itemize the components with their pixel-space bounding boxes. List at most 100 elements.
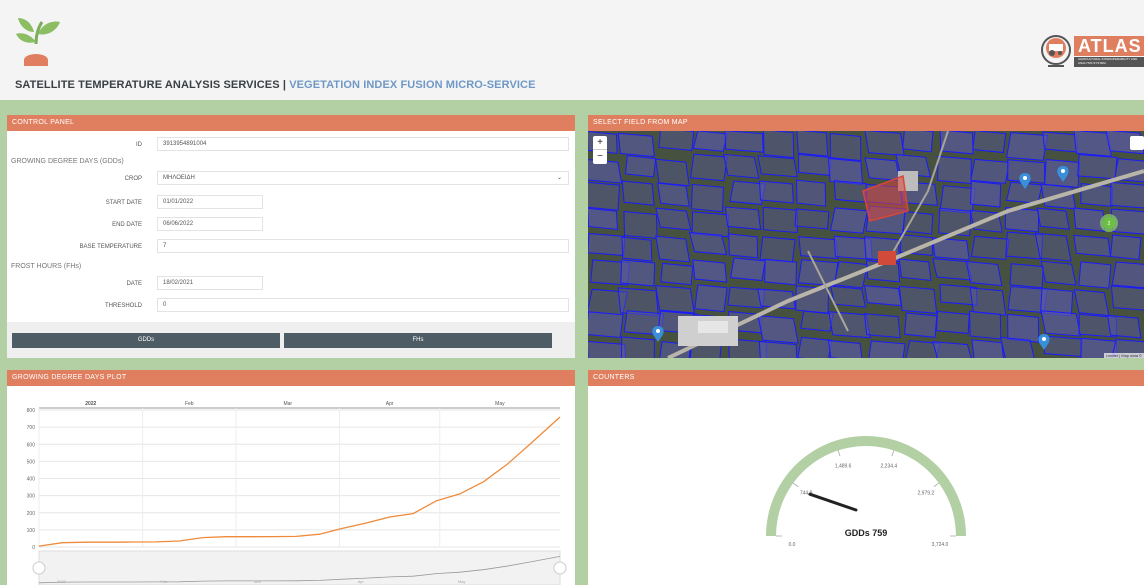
field-parcel[interactable]	[864, 157, 901, 182]
field-parcel[interactable]	[1040, 310, 1082, 337]
field-parcel[interactable]	[902, 210, 934, 235]
field-parcel[interactable]	[722, 153, 760, 179]
field-parcel[interactable]	[1106, 314, 1142, 339]
field-parcel[interactable]	[970, 158, 1011, 184]
gdds-button[interactable]: GDDs	[12, 333, 280, 348]
field-parcel[interactable]	[898, 258, 932, 281]
field-parcel[interactable]	[969, 310, 1002, 340]
field-parcel[interactable]	[863, 313, 901, 339]
field-parcel[interactable]	[1073, 234, 1112, 257]
base-temperature-field[interactable]: 7	[157, 239, 569, 253]
field-parcel[interactable]	[1009, 263, 1044, 289]
field-parcel[interactable]	[620, 259, 656, 287]
zoom-in-button[interactable]: +	[593, 136, 607, 150]
field-parcel[interactable]	[1043, 335, 1084, 358]
gdd-series-line[interactable]	[38, 416, 561, 547]
field-parcel[interactable]	[935, 310, 970, 335]
field-parcel[interactable]	[972, 131, 1007, 154]
field-parcel[interactable]	[617, 132, 655, 158]
field-parcel[interactable]	[1036, 207, 1070, 230]
chart-navigator[interactable]	[38, 550, 561, 585]
field-parcel[interactable]	[1077, 153, 1118, 180]
date-field[interactable]: 18/02/2021	[157, 276, 263, 290]
field-parcel[interactable]	[621, 236, 653, 262]
field-parcel[interactable]	[759, 236, 796, 263]
field-parcel[interactable]	[624, 155, 657, 178]
field-parcel[interactable]	[798, 153, 832, 176]
layers-icon[interactable]	[1130, 136, 1144, 150]
field-parcel[interactable]	[623, 210, 658, 240]
marker-cluster[interactable]: 2	[1100, 214, 1118, 232]
field-parcel[interactable]	[728, 233, 759, 259]
field-parcel[interactable]	[902, 131, 934, 153]
field-parcel[interactable]	[621, 180, 655, 206]
field-parcel[interactable]	[970, 235, 1010, 261]
map-attribution[interactable]: Leaflet | Map data ©	[1103, 353, 1144, 358]
field-parcel[interactable]	[965, 260, 1003, 287]
field-parcel[interactable]	[1110, 285, 1144, 311]
field-parcel[interactable]	[694, 284, 728, 313]
field-parcel[interactable]	[759, 180, 794, 204]
field-parcel[interactable]	[758, 340, 798, 358]
field-parcel[interactable]	[800, 310, 834, 332]
field-parcel[interactable]	[971, 339, 1005, 358]
id-field[interactable]: 3913954891004	[157, 137, 569, 151]
field-parcel[interactable]	[864, 131, 905, 157]
crop-select[interactable]: ΜΗΛΟΕΙΔΗ ⌄	[157, 171, 569, 185]
field-parcel[interactable]	[864, 285, 902, 307]
field-parcel[interactable]	[969, 180, 1002, 208]
start-date-field[interactable]: 01/01/2022	[157, 195, 263, 209]
field-parcel[interactable]	[1073, 289, 1110, 317]
navigator-handle[interactable]	[32, 561, 46, 575]
field-parcel[interactable]	[798, 236, 839, 260]
field-parcel[interactable]	[655, 285, 695, 314]
threshold-field[interactable]: 0	[157, 298, 569, 312]
field-parcel[interactable]	[796, 179, 827, 207]
gdd-line-chart[interactable]: 0 100 200 300 400 500 600 700 800 2022 Feb Mar Apr Ma…	[7, 386, 575, 585]
field-parcel[interactable]	[655, 158, 690, 187]
field-map[interactable]: 2 + − Leaflet | Map data ©	[588, 131, 1144, 358]
field-parcel[interactable]	[937, 155, 972, 185]
field-parcel[interactable]	[658, 131, 695, 151]
fhs-button[interactable]: FHs	[284, 333, 552, 348]
field-parcel[interactable]	[689, 153, 728, 182]
field-parcel[interactable]	[588, 207, 619, 230]
field-parcel[interactable]	[830, 285, 867, 308]
field-parcel[interactable]	[724, 206, 762, 230]
field-parcel[interactable]	[904, 312, 938, 338]
field-parcel[interactable]	[932, 341, 973, 358]
field-parcel[interactable]	[1073, 131, 1112, 157]
end-date-field[interactable]: 06/06/2022	[157, 217, 263, 231]
field-parcel[interactable]	[757, 315, 799, 344]
field-parcel[interactable]	[1073, 207, 1106, 232]
field-parcel[interactable]	[898, 285, 938, 314]
field-parcel[interactable]	[692, 259, 728, 283]
field-parcel[interactable]	[829, 207, 869, 234]
zoom-out-button[interactable]: −	[593, 150, 607, 164]
field-parcel[interactable]	[621, 336, 655, 358]
field-parcel[interactable]	[1110, 181, 1144, 209]
field-parcel[interactable]	[1042, 131, 1079, 153]
field-parcel[interactable]	[588, 181, 621, 211]
field-parcel[interactable]	[660, 262, 694, 286]
field-parcel[interactable]	[692, 131, 729, 152]
field-parcel[interactable]	[757, 155, 798, 178]
map-canvas[interactable]: 2	[588, 131, 1144, 358]
field-parcel[interactable]	[657, 182, 690, 207]
field-parcel[interactable]	[1040, 260, 1077, 286]
field-parcel[interactable]	[762, 206, 798, 234]
field-parcel[interactable]	[796, 131, 829, 157]
field-parcel[interactable]	[829, 133, 862, 162]
field-parcel[interactable]	[969, 287, 1007, 316]
field-parcel[interactable]	[797, 336, 833, 358]
field-parcel[interactable]	[1034, 232, 1072, 262]
navigator-handle[interactable]	[553, 561, 567, 575]
field-parcel[interactable]	[588, 340, 627, 358]
field-parcel[interactable]	[588, 311, 624, 338]
field-parcel[interactable]	[868, 340, 906, 358]
field-parcel[interactable]	[655, 207, 692, 231]
field-parcel[interactable]	[1110, 234, 1142, 261]
field-parcel[interactable]	[588, 232, 626, 257]
field-parcel[interactable]	[827, 157, 864, 186]
field-parcel[interactable]	[1078, 261, 1112, 289]
